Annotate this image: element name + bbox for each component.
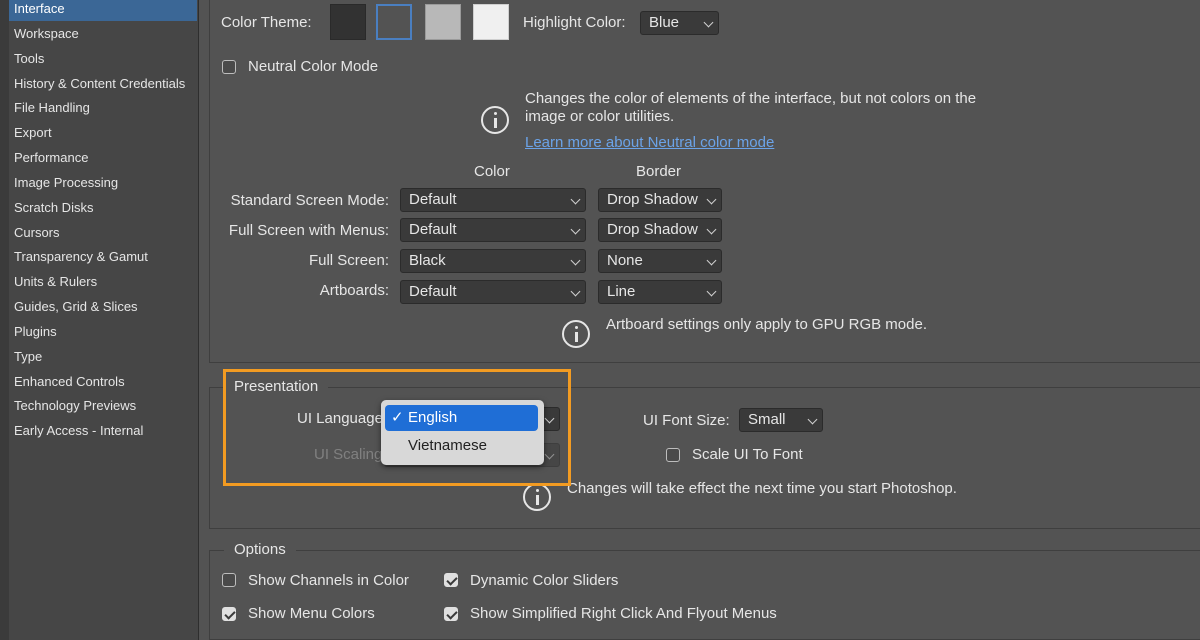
full-screen-menus-border-select[interactable]: Drop Shadow <box>598 218 722 242</box>
sidebar-item-early-access[interactable]: Early Access - Internal <box>9 419 197 443</box>
sidebar-edge <box>0 0 9 640</box>
ui-font-size-value: Small <box>748 411 786 428</box>
full-screen-border-select[interactable]: None <box>598 249 722 273</box>
color-theme-label: Color Theme: <box>221 14 312 31</box>
border-column-header: Border <box>636 163 682 180</box>
sidebar-item-export[interactable]: Export <box>9 121 197 145</box>
theme-swatch-medium-dark[interactable] <box>376 4 412 40</box>
show-channels-in-color-label: Show Channels in Color <box>248 572 409 589</box>
select-value: Default <box>409 283 457 300</box>
standard-screen-border-select[interactable]: Drop Shadow <box>598 188 722 212</box>
standard-screen-color-select[interactable]: Default <box>400 188 586 212</box>
sidebar-item-scratch-disks[interactable]: Scratch Disks <box>9 196 197 220</box>
ui-font-size-label: UI Font Size: <box>643 412 730 429</box>
chevron-down-icon <box>706 224 717 235</box>
artboard-note: Artboard settings only apply to GPU RGB … <box>606 316 927 333</box>
appearance-panel <box>209 0 1200 363</box>
theme-swatch-medium-light[interactable] <box>425 4 461 40</box>
sidebar-item-type[interactable]: Type <box>9 345 197 369</box>
select-value: Line <box>607 283 636 300</box>
highlight-color-label: Highlight Color: <box>523 14 626 31</box>
info-icon <box>523 483 551 511</box>
select-value: Black <box>409 252 446 269</box>
chevron-down-icon <box>807 414 818 425</box>
sidebar-item-units-rulers[interactable]: Units & Rulers <box>9 270 197 294</box>
dynamic-color-sliders-label: Dynamic Color Sliders <box>470 572 619 589</box>
theme-swatch-dark[interactable] <box>330 4 366 40</box>
preferences-sidebar: Interface Workspace Tools History & Cont… <box>0 0 199 640</box>
chevron-down-icon <box>570 255 581 266</box>
neutral-color-mode-label: Neutral Color Mode <box>248 58 379 75</box>
options-legend: Options <box>224 541 296 558</box>
show-simplified-menus-checkbox[interactable] <box>444 607 458 621</box>
show-channels-in-color-checkbox[interactable] <box>222 573 236 587</box>
select-value: None <box>607 252 643 269</box>
select-value: Drop Shadow <box>607 221 698 238</box>
chevron-down-icon <box>570 194 581 205</box>
chevron-down-icon <box>570 224 581 235</box>
neutral-color-mode-checkbox[interactable] <box>222 60 236 74</box>
chevron-down-icon <box>706 255 717 266</box>
chevron-down-icon <box>703 17 714 28</box>
sidebar-item-plugins[interactable]: Plugins <box>9 320 197 344</box>
sidebar-item-interface[interactable]: Interface <box>9 0 197 21</box>
neutral-info-text-1: Changes the color of elements of the int… <box>525 90 977 107</box>
sidebar-item-workspace[interactable]: Workspace <box>9 22 197 46</box>
dynamic-color-sliders-checkbox[interactable] <box>444 573 458 587</box>
scale-ui-to-font-label: Scale UI To Font <box>692 446 803 463</box>
info-icon <box>562 320 590 348</box>
sidebar-item-performance[interactable]: Performance <box>9 146 197 170</box>
full-screen-color-select[interactable]: Black <box>400 249 586 273</box>
standard-screen-mode-label: Standard Screen Mode: <box>230 192 389 209</box>
sidebar-item-cursors[interactable]: Cursors <box>9 221 197 245</box>
select-value: Default <box>409 221 457 238</box>
learn-more-link[interactable]: Learn more about Neutral color mode <box>525 134 774 151</box>
chevron-down-icon <box>570 286 581 297</box>
show-menu-colors-label: Show Menu Colors <box>248 605 375 622</box>
artboards-border-select[interactable]: Line <box>598 280 722 304</box>
info-icon <box>481 106 509 134</box>
theme-swatch-light[interactable] <box>473 4 509 40</box>
color-column-header: Color <box>474 163 510 180</box>
chevron-down-icon <box>706 286 717 297</box>
sidebar-item-tools[interactable]: Tools <box>9 47 197 71</box>
full-screen-label: Full Screen: <box>308 252 389 269</box>
chevron-down-icon <box>706 194 717 205</box>
highlight-color-value: Blue <box>649 14 680 31</box>
full-screen-menus-label: Full Screen with Menus: <box>228 222 389 239</box>
sidebar-item-transparency[interactable]: Transparency & Gamut <box>9 245 197 269</box>
ui-font-size-select[interactable]: Small <box>739 408 823 432</box>
scale-ui-to-font-checkbox[interactable] <box>666 448 680 462</box>
neutral-info-text-2: image or color utilities. <box>525 108 675 125</box>
artboards-color-select[interactable]: Default <box>400 280 586 304</box>
sidebar-item-technology-previews[interactable]: Technology Previews <box>9 394 197 418</box>
select-value: Drop Shadow <box>607 191 698 208</box>
select-value: Default <box>409 191 457 208</box>
sidebar-item-image-processing[interactable]: Image Processing <box>9 171 197 195</box>
restart-note: Changes will take effect the next time y… <box>567 480 957 497</box>
annotation-highlight-box <box>223 369 571 486</box>
sidebar-item-file-handling[interactable]: File Handling <box>9 96 197 120</box>
show-simplified-menus-label: Show Simplified Right Click And Flyout M… <box>470 605 777 622</box>
artboards-label: Artboards: <box>319 282 389 299</box>
sidebar-item-enhanced-controls[interactable]: Enhanced Controls <box>9 370 197 394</box>
sidebar-item-history[interactable]: History & Content Credentials <box>9 72 197 96</box>
highlight-color-select[interactable]: Blue <box>640 11 719 35</box>
options-panel <box>209 550 1200 640</box>
sidebar-item-guides[interactable]: Guides, Grid & Slices <box>9 295 197 319</box>
show-menu-colors-checkbox[interactable] <box>222 607 236 621</box>
full-screen-menus-color-select[interactable]: Default <box>400 218 586 242</box>
